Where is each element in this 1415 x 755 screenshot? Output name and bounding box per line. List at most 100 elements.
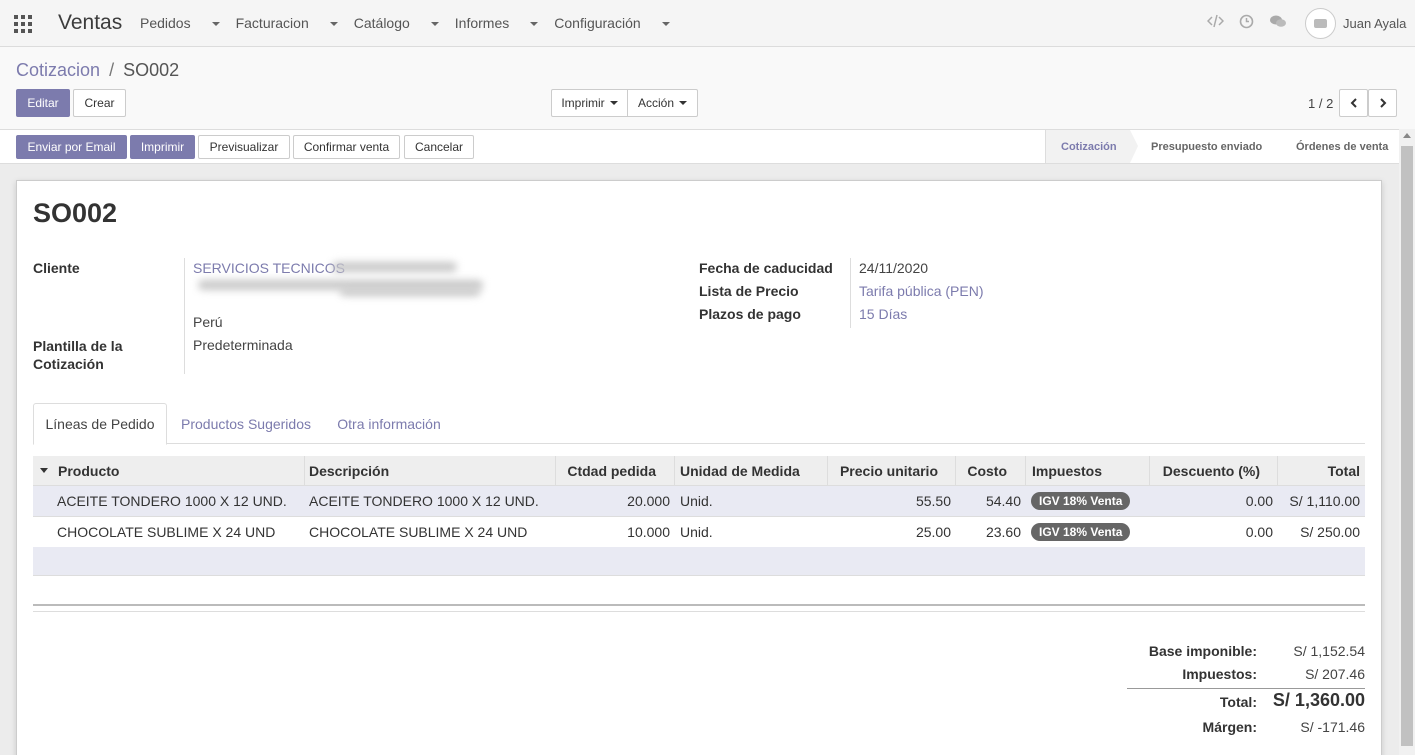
margin-value: S/ -171.46 bbox=[1300, 719, 1365, 735]
column-header-unit-price[interactable]: Precio unitario bbox=[828, 456, 956, 485]
scrollbar-thumb[interactable] bbox=[1401, 146, 1413, 746]
action-dropdown[interactable]: Acción bbox=[627, 89, 698, 117]
sort-caret-icon[interactable] bbox=[40, 468, 48, 473]
notebook-tabs: Líneas de Pedido Productos Sugeridos Otr… bbox=[33, 403, 1365, 445]
payment-terms-link[interactable]: 15 Días bbox=[859, 306, 907, 322]
apps-grid-icon[interactable] bbox=[14, 15, 32, 33]
cell-total: S/ 1,110.00 bbox=[1289, 493, 1360, 509]
client-link[interactable]: SERVICIOS TECNICOS bbox=[193, 260, 345, 276]
stage-label: Órdenes de venta bbox=[1296, 140, 1389, 153]
cell-product: CHOCOLATE SUBLIME X 24 UND bbox=[57, 524, 276, 540]
table-footer-divider bbox=[33, 604, 1365, 612]
cell-unit-price: 25.00 bbox=[915, 524, 951, 540]
edit-button[interactable]: Editar bbox=[16, 89, 70, 117]
pricelist-label: Lista de Precio bbox=[699, 283, 799, 299]
main-menu: Pedidos Facturacion Catálogo Informes Co… bbox=[140, 15, 686, 31]
create-button[interactable]: Crear bbox=[73, 89, 126, 117]
redacted-text bbox=[332, 262, 457, 272]
print-dropdown[interactable]: Imprimir bbox=[551, 89, 628, 117]
menu-facturacion[interactable]: Facturacion bbox=[236, 15, 338, 31]
column-header-description[interactable]: Descripción bbox=[309, 456, 556, 485]
column-header-uom[interactable]: Unidad de Medida bbox=[680, 456, 828, 485]
scroll-up-arrow-icon[interactable] bbox=[1403, 133, 1411, 138]
record-title: SO002 bbox=[33, 198, 118, 228]
tab-order-lines[interactable]: Líneas de Pedido bbox=[33, 403, 167, 445]
print-button[interactable]: Imprimir bbox=[130, 135, 195, 159]
chevron-right-icon bbox=[1379, 98, 1386, 108]
action-dropdown-label: Acción bbox=[637, 96, 675, 110]
template-value[interactable]: Predeterminada bbox=[193, 337, 293, 353]
cell-description: ACEITE TONDERO 1000 X 12 UND. bbox=[309, 493, 539, 509]
cell-taxes: IGV 18% Venta bbox=[1031, 517, 1149, 547]
cell-unit-price: 55.50 bbox=[915, 493, 951, 509]
print-dropdown-label: Imprimir bbox=[561, 96, 605, 110]
cell-taxes: IGV 18% Venta bbox=[1031, 486, 1149, 516]
margin-label: Márgen: bbox=[1202, 719, 1257, 735]
cell-uom: Unid. bbox=[680, 493, 713, 509]
template-label: Plantilla de la Cotización bbox=[33, 338, 123, 372]
code-icon[interactable] bbox=[1207, 14, 1224, 28]
redacted-text bbox=[340, 288, 480, 296]
cell-discount: 0.00 bbox=[1245, 524, 1273, 540]
stage-presupuesto-enviado[interactable]: Presupuesto enviado bbox=[1130, 130, 1275, 163]
column-header-discount[interactable]: Descuento (%) bbox=[1150, 456, 1278, 485]
menu-catalogo[interactable]: Catálogo bbox=[354, 15, 439, 31]
tax-badge: IGV 18% Venta bbox=[1031, 523, 1131, 541]
stage-cotizacion[interactable]: Cotización bbox=[1046, 130, 1138, 163]
confirm-sale-button[interactable]: Confirmar venta bbox=[293, 135, 400, 159]
caret-down-icon bbox=[530, 22, 539, 27]
menu-informes[interactable]: Informes bbox=[454, 15, 539, 31]
top-navbar: Ventas Pedidos Facturacion Catálogo Info… bbox=[0, 0, 1415, 47]
table-row[interactable]: CHOCOLATE SUBLIME X 24 UND CHOCOLATE SUB… bbox=[33, 517, 1365, 548]
column-header-cost[interactable]: Costo bbox=[956, 456, 1026, 485]
menu-label: Facturacion bbox=[235, 15, 309, 31]
menu-configuracion[interactable]: Configuración bbox=[554, 15, 670, 31]
column-header-product[interactable]: Producto bbox=[58, 456, 305, 485]
cell-discount: 0.00 bbox=[1245, 493, 1273, 509]
menu-label: Configuración bbox=[554, 15, 641, 31]
menu-pedidos[interactable]: Pedidos bbox=[140, 15, 220, 31]
client-label: Cliente bbox=[33, 260, 80, 276]
cell-cost: 23.60 bbox=[985, 524, 1021, 540]
tax-badge: IGV 18% Venta bbox=[1031, 492, 1131, 510]
cell-total: S/ 250.00 bbox=[1300, 524, 1360, 540]
caret-down-icon bbox=[430, 22, 439, 27]
column-header-taxes[interactable]: Impuestos bbox=[1032, 456, 1150, 485]
send-email-button[interactable]: Enviar por Email bbox=[16, 135, 127, 159]
status-bar: Enviar por Email Imprimir Previsualizar … bbox=[0, 129, 1399, 164]
breadcrumb-parent[interactable]: Cotizacion bbox=[16, 60, 100, 80]
avatar[interactable] bbox=[1305, 8, 1336, 39]
preview-button[interactable]: Previsualizar bbox=[198, 135, 290, 159]
chat-icon[interactable] bbox=[1269, 14, 1287, 29]
caret-down-icon bbox=[211, 22, 220, 27]
payment-terms-label: Plazos de pago bbox=[699, 306, 801, 322]
expiry-value[interactable]: 24/11/2020 bbox=[859, 260, 928, 276]
tax-amount-value: S/ 207.46 bbox=[1305, 666, 1365, 682]
user-name[interactable]: Juan Ayala bbox=[1343, 16, 1406, 31]
pricelist-link[interactable]: Tarifa pública (PEN) bbox=[859, 283, 984, 299]
caret-down-icon bbox=[329, 22, 338, 27]
pager-previous-button[interactable] bbox=[1339, 89, 1368, 117]
field-divider bbox=[850, 258, 851, 328]
empty-table-row[interactable] bbox=[33, 547, 1365, 576]
column-header-qty[interactable]: Ctdad pedida bbox=[556, 456, 675, 485]
base-amount-label: Base imponible: bbox=[1148, 643, 1257, 659]
tab-other-info[interactable]: Otra información bbox=[325, 403, 453, 444]
cancel-button[interactable]: Cancelar bbox=[404, 135, 474, 159]
app-name[interactable]: Ventas bbox=[58, 11, 122, 35]
stage-label: Presupuesto enviado bbox=[1151, 140, 1263, 153]
pager-next-button[interactable] bbox=[1368, 89, 1397, 117]
field-divider bbox=[184, 258, 185, 374]
tab-suggested-products[interactable]: Productos Sugeridos bbox=[171, 403, 321, 444]
stage-label: Cotización bbox=[1061, 140, 1117, 153]
table-row[interactable]: ACEITE TONDERO 1000 X 12 UND. ACEITE TON… bbox=[33, 486, 1365, 517]
column-header-total[interactable]: Total bbox=[1278, 456, 1365, 485]
menu-label: Informes bbox=[454, 15, 510, 31]
cell-qty: 10.000 bbox=[627, 524, 670, 540]
clock-icon[interactable] bbox=[1239, 14, 1254, 29]
pager-value[interactable]: 1 / 2 bbox=[1308, 96, 1333, 111]
chevron-left-icon bbox=[1350, 98, 1357, 108]
caret-down-icon bbox=[661, 22, 670, 27]
menu-label: Catálogo bbox=[353, 15, 410, 31]
stage-ordenes-venta[interactable]: Órdenes de venta bbox=[1275, 130, 1400, 163]
